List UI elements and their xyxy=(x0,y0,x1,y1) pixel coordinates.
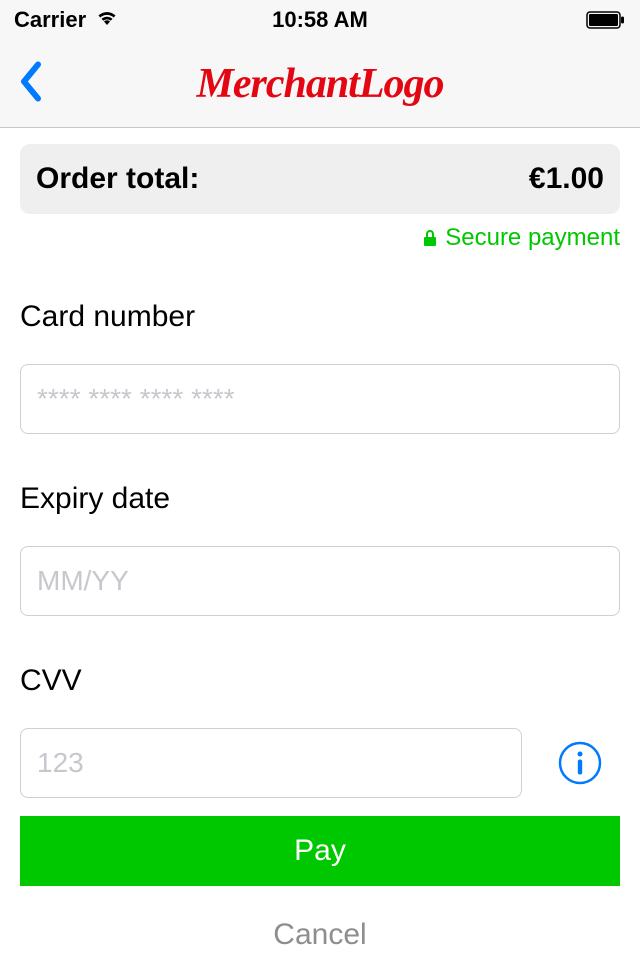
info-icon xyxy=(558,741,602,785)
merchant-logo: MerchantLogo xyxy=(196,60,443,108)
cvv-group: CVV xyxy=(20,664,620,798)
pay-button-label: Pay xyxy=(294,834,346,868)
card-number-group: Card number xyxy=(20,300,620,434)
cvv-row xyxy=(20,728,620,798)
cancel-button-label: Cancel xyxy=(273,918,366,951)
cvv-label: CVV xyxy=(20,664,620,698)
secure-payment-text: Secure payment xyxy=(445,224,620,252)
card-number-label: Card number xyxy=(20,300,620,334)
order-total-label: Order total: xyxy=(36,162,199,196)
expiry-label: Expiry date xyxy=(20,482,620,516)
card-number-input[interactable] xyxy=(20,364,620,434)
cvv-info-button[interactable] xyxy=(558,741,602,785)
status-bar: Carrier 10:58 AM xyxy=(0,0,640,40)
expiry-input[interactable] xyxy=(20,546,620,616)
expiry-group: Expiry date xyxy=(20,482,620,616)
order-total-row: Order total: €1.00 xyxy=(20,144,620,214)
battery-icon xyxy=(586,11,626,29)
status-left: Carrier xyxy=(14,7,120,33)
order-total-value: €1.00 xyxy=(529,162,604,196)
lock-icon xyxy=(423,229,437,247)
wifi-icon xyxy=(94,7,120,33)
pay-button[interactable]: Pay xyxy=(20,816,620,886)
chevron-left-icon xyxy=(18,60,42,102)
cancel-button[interactable]: Cancel xyxy=(20,910,620,960)
nav-bar: MerchantLogo xyxy=(0,40,640,128)
status-time: 10:58 AM xyxy=(272,7,368,33)
back-button[interactable] xyxy=(8,50,52,117)
content: Order total: €1.00 Secure payment Card n… xyxy=(0,128,640,960)
cvv-input[interactable] xyxy=(20,728,522,798)
carrier-label: Carrier xyxy=(14,7,86,33)
secure-payment: Secure payment xyxy=(20,224,620,252)
